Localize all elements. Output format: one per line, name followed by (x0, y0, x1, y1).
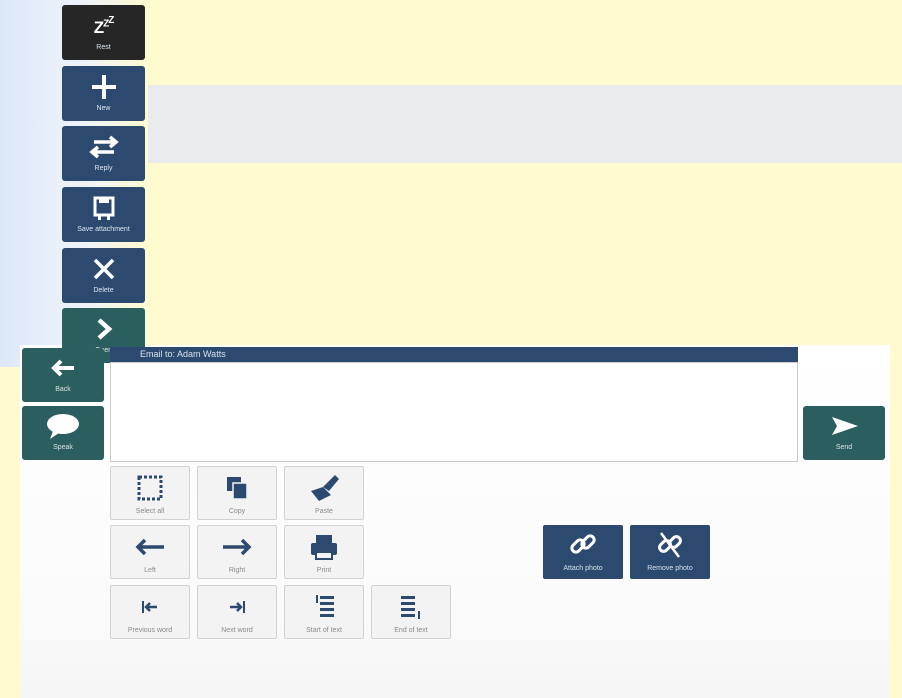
start-of-text-icon (309, 591, 339, 623)
back-arrow-icon (48, 353, 78, 383)
select-all-button[interactable]: Select all (110, 466, 190, 520)
print-button[interactable]: Print (284, 525, 364, 579)
next-word-button[interactable]: Next word (197, 585, 277, 639)
copy-icon (222, 472, 252, 504)
save-attachment-button[interactable]: Save attachment (62, 187, 145, 242)
new-label: New (96, 105, 111, 112)
reply-label: Reply (94, 165, 113, 172)
delete-label: Delete (93, 287, 114, 294)
delete-button[interactable]: Delete (62, 248, 145, 303)
save-attachment-label: Save attachment (77, 226, 130, 233)
paste-icon (307, 472, 341, 504)
attach-photo-label: Attach photo (563, 565, 603, 572)
right-label: Right (228, 567, 246, 574)
speak-button[interactable]: Speak (22, 406, 104, 460)
arrow-left-icon (132, 531, 168, 563)
printer-icon (307, 531, 341, 563)
reply-button[interactable]: Reply (62, 126, 145, 181)
right-button[interactable]: Right (197, 525, 277, 579)
start-of-text-label: Start of text (306, 627, 342, 634)
close-icon (89, 254, 119, 284)
paste-label: Paste (315, 508, 333, 515)
email-title-bar: Email to: Adam Watts (110, 347, 798, 362)
unlink-icon (653, 529, 687, 561)
email-body-input[interactable] (110, 362, 798, 462)
gray-band (148, 85, 902, 163)
end-of-text-button[interactable]: End of text (371, 585, 451, 639)
plus-icon (87, 72, 121, 102)
start-of-text-button[interactable]: Start of text (284, 585, 364, 639)
reply-arrows-icon (84, 132, 124, 162)
save-icon (89, 193, 119, 223)
left-button[interactable]: Left (110, 525, 190, 579)
send-button[interactable]: Send (803, 406, 885, 460)
remove-photo-button[interactable]: Remove photo (630, 525, 710, 579)
next-word-icon (222, 591, 252, 623)
previous-word-label: Previous word (127, 627, 173, 634)
previous-word-button[interactable]: Previous word (110, 585, 190, 639)
print-label: Print (316, 567, 332, 574)
previous-word-icon (135, 591, 165, 623)
new-button[interactable]: New (62, 66, 145, 121)
email-title: Email to: Adam Watts (140, 349, 226, 359)
sleep-zzz-icon: ZZZ (93, 14, 115, 37)
end-of-text-label: End of text (394, 627, 428, 634)
link-icon (566, 529, 600, 561)
paste-button[interactable]: Paste (284, 466, 364, 520)
back-label: Back (55, 386, 71, 393)
left-label: Left (144, 567, 156, 574)
arrow-right-icon (219, 531, 255, 563)
select-all-icon (135, 472, 165, 504)
back-button[interactable]: Back (22, 348, 104, 402)
chevron-right-icon (89, 314, 119, 344)
send-icon (826, 411, 862, 441)
speech-bubble-icon (43, 411, 83, 441)
end-of-text-icon (396, 591, 426, 623)
copy-button[interactable]: Copy (197, 466, 277, 520)
speak-label: Speak (53, 444, 73, 451)
remove-photo-label: Remove photo (647, 565, 693, 572)
rest-button[interactable]: ZZZ Rest (62, 5, 145, 60)
next-word-label: Next word (221, 627, 253, 634)
copy-label: Copy (228, 508, 246, 515)
rest-label: Rest (96, 44, 111, 51)
select-all-label: Select all (135, 508, 165, 515)
send-label: Send (835, 444, 853, 451)
attach-photo-button[interactable]: Attach photo (543, 525, 623, 579)
